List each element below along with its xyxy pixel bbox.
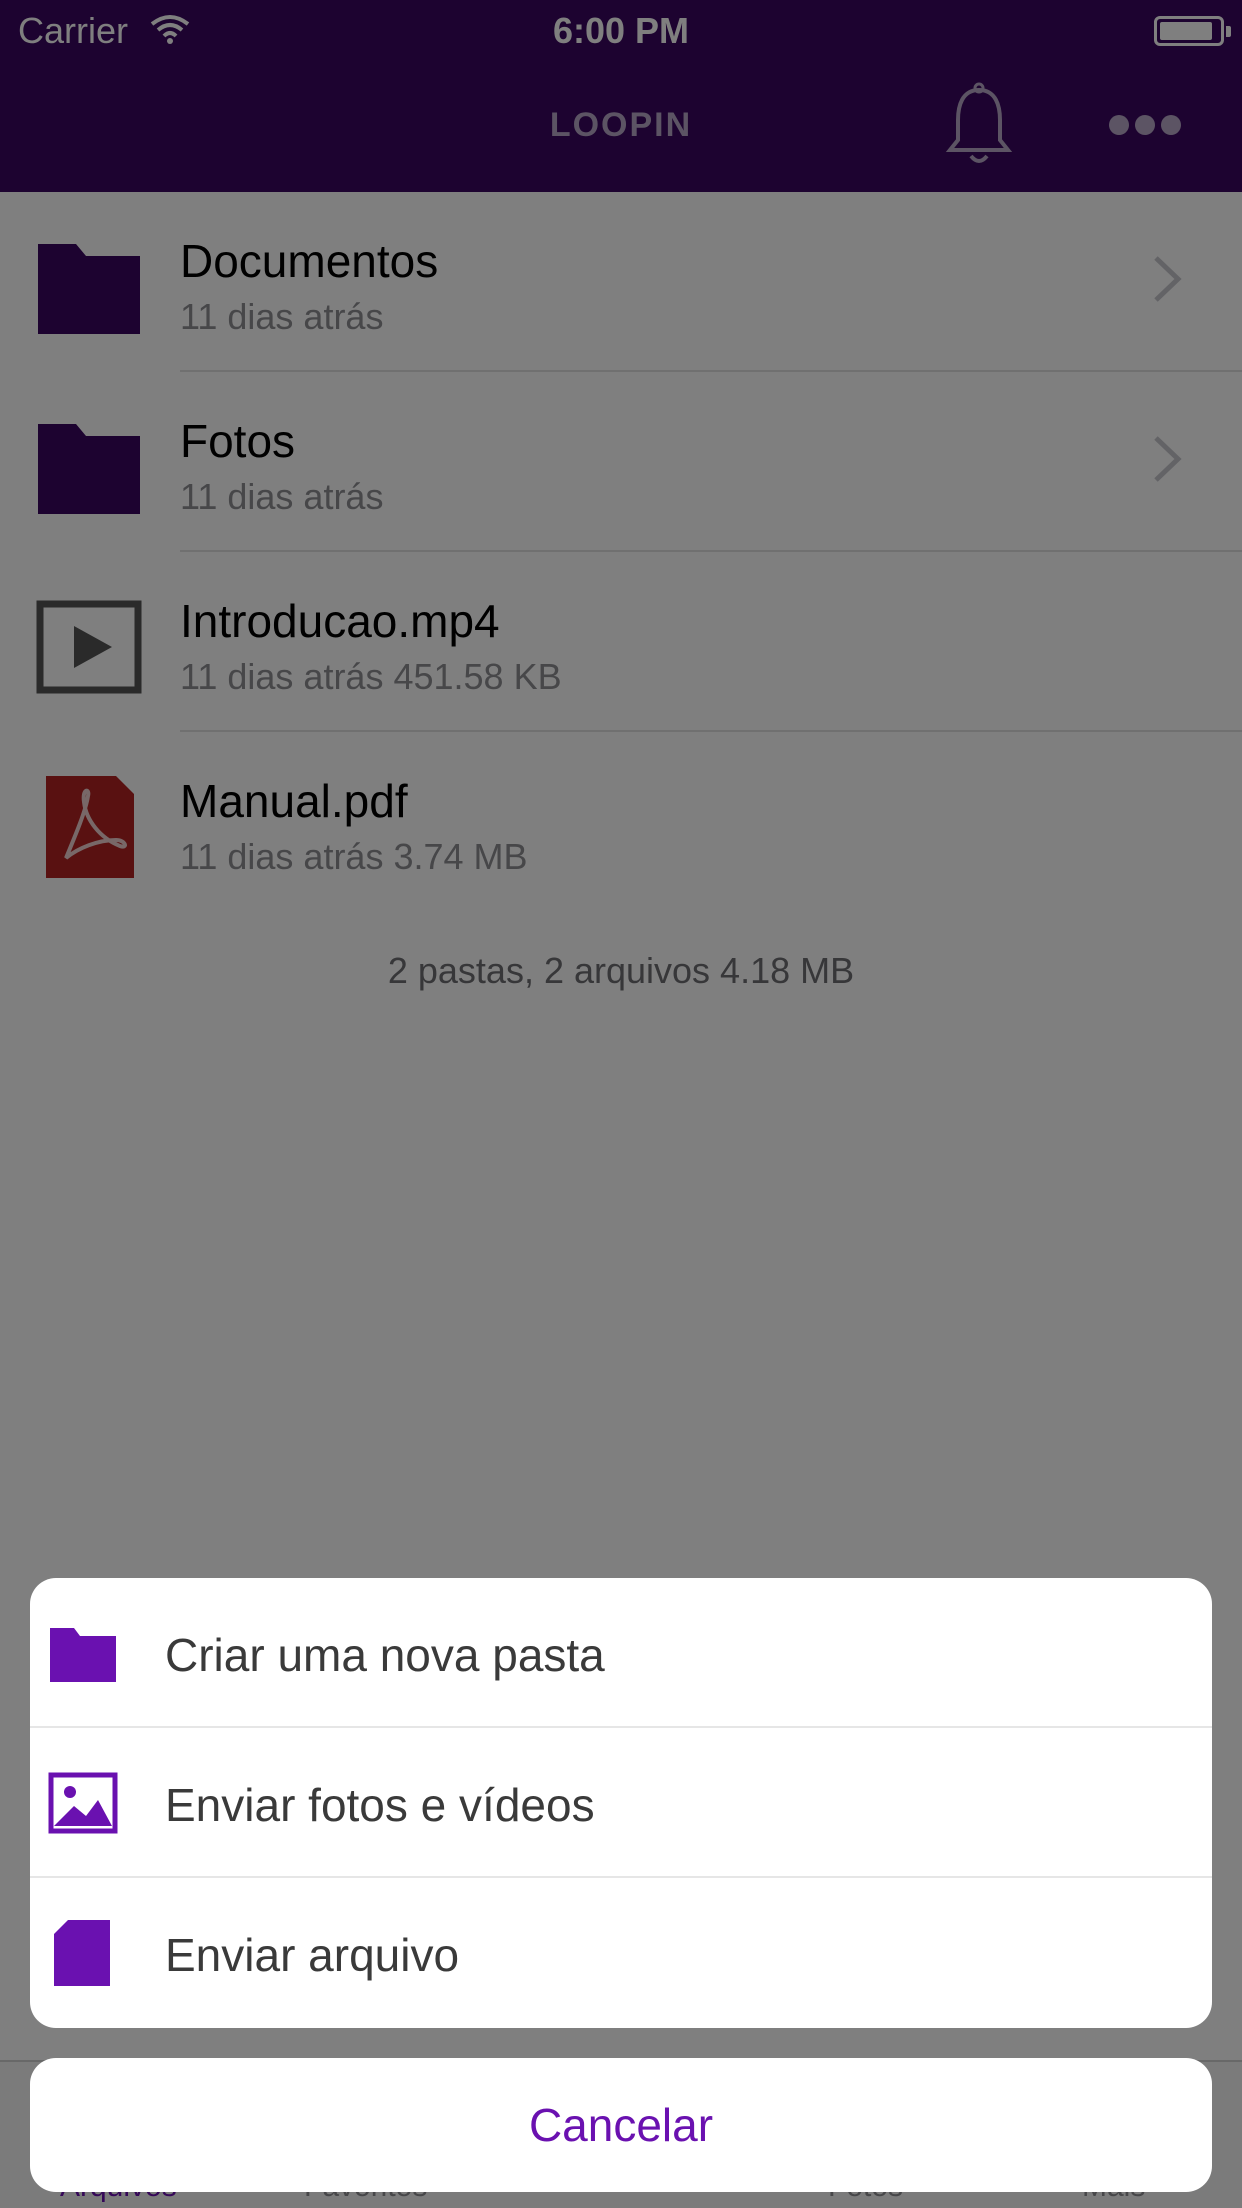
option-label: Criar uma nova pasta — [165, 1629, 605, 1681]
folder-icon — [50, 1628, 116, 1682]
option-label: Enviar fotos e vídeos — [165, 1779, 595, 1831]
upload-file-option[interactable]: Enviar arquivo — [30, 1878, 1212, 2028]
image-icon — [48, 1772, 118, 1834]
option-label: Enviar arquivo — [165, 1929, 460, 1981]
create-folder-option[interactable]: Criar uma nova pasta — [30, 1578, 1212, 1728]
upload-photos-option[interactable]: Enviar fotos e vídeos — [30, 1728, 1212, 1878]
file-icon — [54, 1920, 110, 1986]
cancel-button[interactable]: Cancelar — [30, 2058, 1212, 2192]
action-sheet: Criar uma nova pasta Enviar fotos e víde… — [30, 1578, 1212, 2028]
